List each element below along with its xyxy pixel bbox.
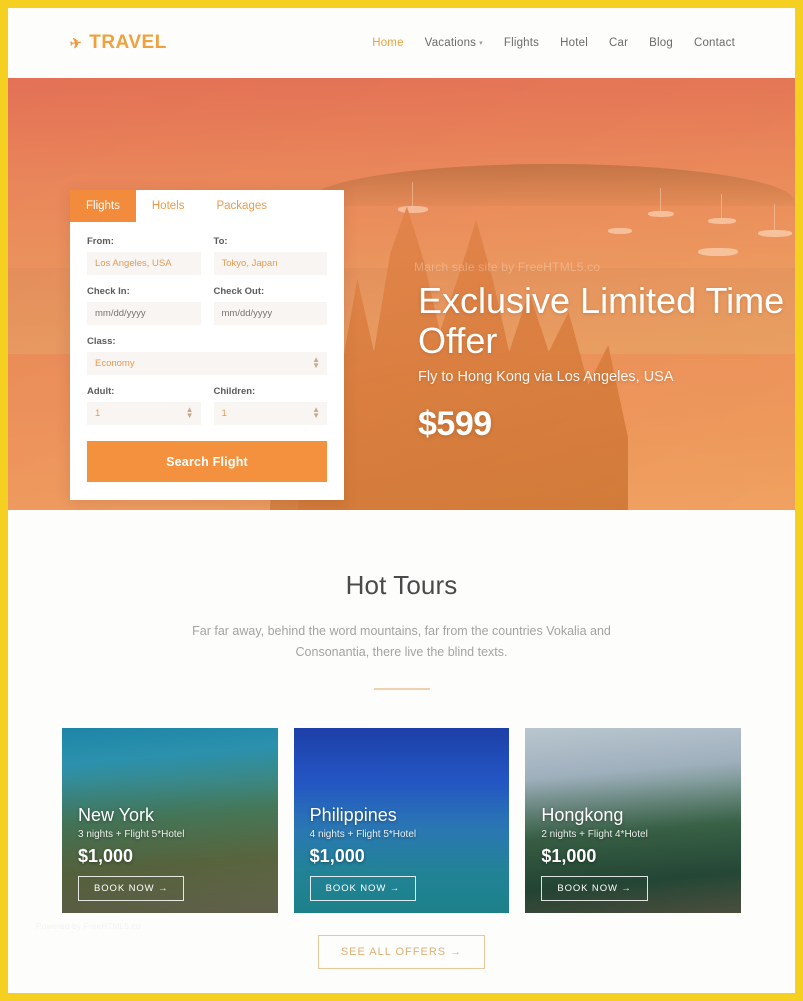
hero-title: Exclusive Limited Time Offer xyxy=(418,280,785,361)
card-price: $1,000 xyxy=(78,846,134,867)
checkout-input[interactable] xyxy=(213,302,327,325)
card-content: Hongkong 2 nights + Flight 4*Hotel $1,00… xyxy=(541,805,725,902)
book-now-button[interactable]: BOOK NOW → xyxy=(541,876,648,902)
booking-form: From: To: Check In: Check Out: xyxy=(70,222,344,500)
book-now-button[interactable]: BOOK NOW → xyxy=(309,876,417,902)
spinner-arrows-icon: ▲ ▼ xyxy=(312,354,320,371)
nav-label: Hotel xyxy=(560,37,588,49)
children-label: Children: xyxy=(213,386,256,397)
origin-destination-row: From: To: xyxy=(87,236,327,286)
checkin-field-group: Check In: xyxy=(87,286,201,325)
dates-row: Check In: Check Out: xyxy=(87,286,327,336)
arrow-right-icon: → xyxy=(158,883,169,895)
spinner-arrows-icon: ▲ ▼ xyxy=(185,404,194,421)
see-all-offers-label: SEE ALL OFFERS xyxy=(340,946,447,959)
nav-label: Home xyxy=(372,37,404,49)
section-description: Far far away, behind the word mountains,… xyxy=(192,624,611,659)
tour-cards: New York 3 nights + Flight 5*Hotel $1,00… xyxy=(8,690,795,914)
arrow-right-icon: → xyxy=(450,946,463,959)
passengers-row: Adult: 1 ▲ ▼ Children: 1 ▲ ▼ xyxy=(87,386,327,436)
nav-item-contact[interactable]: Contact xyxy=(694,37,735,49)
hero-watermark: March sale site by FreeHTML5.co xyxy=(414,260,601,274)
book-now-label: BOOK NOW xyxy=(325,883,387,895)
card-meta: 3 nights + Flight 5*Hotel xyxy=(78,829,185,841)
card-meta: 2 nights + Flight 4*Hotel xyxy=(541,829,648,841)
tour-card-new-york[interactable]: New York 3 nights + Flight 5*Hotel $1,00… xyxy=(62,728,278,914)
class-selected-value: Economy xyxy=(95,358,135,369)
from-label: From: xyxy=(87,236,114,247)
booking-widget: Flights Hotels Packages From: To: xyxy=(70,190,344,500)
adult-select[interactable]: 1 ▲ ▼ xyxy=(87,402,201,425)
card-content: Philippines 4 nights + Flight 5*Hotel $1… xyxy=(309,804,494,902)
card-meta: 4 nights + Flight 5*Hotel xyxy=(309,829,417,841)
card-content: New York 3 nights + Flight 5*Hotel $1,00… xyxy=(78,805,262,902)
chevron-down-icon: ▾ xyxy=(479,40,483,47)
nav-item-vacations[interactable]: Vacations ▾ xyxy=(425,37,483,49)
to-field-group: To: xyxy=(213,236,327,275)
tour-card-philippines[interactable]: Philippines 4 nights + Flight 5*Hotel $1… xyxy=(293,728,510,914)
adult-label: Adult: xyxy=(87,386,115,397)
adult-field-group: Adult: 1 ▲ ▼ xyxy=(87,386,201,425)
footer-watermark: Powered by FreeHTML5.co xyxy=(36,922,141,932)
children-field-group: Children: 1 ▲ ▼ xyxy=(213,386,327,425)
see-all-offers-button[interactable]: SEE ALL OFFERS → xyxy=(317,935,486,970)
hot-tours-section: Hot Tours Far far away, behind the word … xyxy=(8,510,795,970)
site-logo[interactable]: ✈ TRAVEL xyxy=(68,32,167,54)
class-field-group: Class: Economy ▲ ▼ xyxy=(87,336,327,375)
logo-text: TRAVEL xyxy=(89,32,167,53)
hero-copy: Exclusive Limited Time Offer Fly to Hong… xyxy=(418,281,795,444)
arrow-right-icon: → xyxy=(389,883,401,895)
book-now-button[interactable]: BOOK NOW → xyxy=(78,876,185,902)
hero-subtitle: Fly to Hong Kong via Los Angeles, USA xyxy=(418,369,674,386)
hero-banner: March sale site by FreeHTML5.co Exclusiv… xyxy=(8,78,795,510)
nav-label: Blog xyxy=(649,37,673,49)
book-now-label: BOOK NOW xyxy=(557,883,618,895)
airplane-icon: ✈ xyxy=(68,33,84,52)
to-input[interactable] xyxy=(213,252,327,275)
search-flight-button[interactable]: Search Flight xyxy=(87,441,327,482)
nav-item-blog[interactable]: Blog xyxy=(649,37,673,49)
nav-label: Flights xyxy=(503,37,540,49)
class-select[interactable]: Economy ▲ ▼ xyxy=(87,352,327,375)
children-selected-value: 1 xyxy=(221,408,227,419)
checkin-input[interactable] xyxy=(87,302,201,325)
nav-label: Car xyxy=(608,37,629,49)
checkin-label: Check In: xyxy=(87,286,130,297)
checkout-label: Check Out: xyxy=(213,286,265,297)
from-field-group: From: xyxy=(87,236,201,275)
children-select[interactable]: 1 ▲ ▼ xyxy=(213,402,327,425)
card-title: Hongkong xyxy=(541,804,624,825)
site-header: ✈ TRAVEL Home Vacations ▾ Flights Hotel … xyxy=(8,8,795,78)
card-price: $1,000 xyxy=(309,846,365,867)
card-price: $1,000 xyxy=(541,846,597,867)
to-label: To: xyxy=(213,236,228,247)
booking-tabs: Flights Hotels Packages xyxy=(70,190,344,222)
card-title: Philippines xyxy=(309,804,397,825)
page-frame: ✈ TRAVEL Home Vacations ▾ Flights Hotel … xyxy=(8,8,795,993)
nav-item-car[interactable]: Car xyxy=(609,37,628,49)
tab-packages[interactable]: Packages xyxy=(200,190,283,222)
nav-item-home[interactable]: Home xyxy=(372,37,403,49)
arrow-right-icon: → xyxy=(621,883,632,895)
nav-item-hotel[interactable]: Hotel xyxy=(560,37,588,49)
nav-item-flights[interactable]: Flights xyxy=(504,37,539,49)
section-title: Hot Tours xyxy=(345,570,458,600)
checkout-field-group: Check Out: xyxy=(213,286,327,325)
class-label: Class: xyxy=(87,336,116,347)
nav-label: Vacations xyxy=(424,37,477,49)
nav-label: Contact xyxy=(693,37,735,49)
spinner-arrows-icon: ▲ ▼ xyxy=(312,404,320,421)
adult-selected-value: 1 xyxy=(95,408,101,419)
tour-card-hongkong[interactable]: Hongkong 2 nights + Flight 4*Hotel $1,00… xyxy=(525,728,742,914)
hero-price: $599 xyxy=(418,405,492,444)
card-title: New York xyxy=(78,804,155,825)
from-input[interactable] xyxy=(87,252,201,275)
tab-flights[interactable]: Flights xyxy=(70,190,136,222)
tab-hotels[interactable]: Hotels xyxy=(135,190,201,222)
book-now-label: BOOK NOW xyxy=(94,883,155,895)
main-navigation: Home Vacations ▾ Flights Hotel Car Blog … xyxy=(372,37,735,49)
